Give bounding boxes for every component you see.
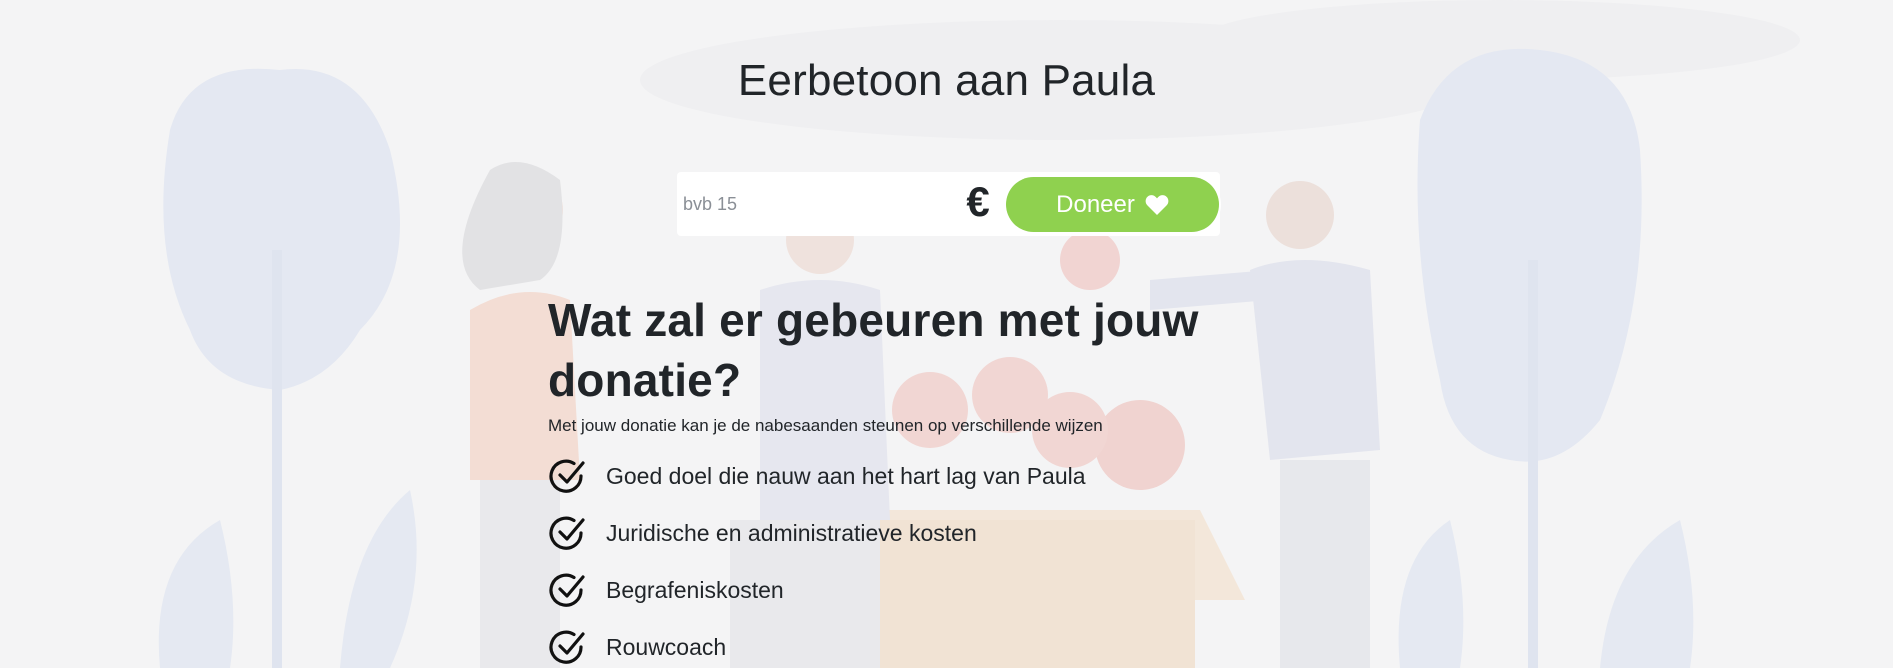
donation-info-section: Wat zal er gebeuren met jouw donatie? Me… bbox=[548, 290, 1368, 668]
list-item-label: Juridische en administratieve kosten bbox=[606, 519, 977, 546]
section-title: Wat zal er gebeuren met jouw donatie? bbox=[548, 294, 1199, 406]
check-circle-icon bbox=[549, 630, 585, 664]
check-circle-icon bbox=[549, 516, 585, 550]
list-item: Goed doel die nauw aan het hart lag van … bbox=[548, 456, 1368, 496]
euro-sign: € bbox=[966, 178, 990, 225]
list-item: Rouwcoach bbox=[548, 627, 1368, 667]
donate-button[interactable]: Doneer bbox=[1006, 177, 1219, 232]
list-item-label: Goed doel die nauw aan het hart lag van … bbox=[606, 462, 1086, 489]
check-circle-icon bbox=[549, 573, 585, 607]
donation-page: Eerbetoon aan Paula € Doneer Wat zal er … bbox=[0, 0, 1893, 668]
check-circle-icon bbox=[549, 459, 585, 493]
main-content: Eerbetoon aan Paula € Doneer Wat zal er … bbox=[0, 0, 1893, 668]
list-item: Juridische en administratieve kosten bbox=[548, 513, 1368, 553]
heart-icon bbox=[1145, 194, 1169, 215]
donation-amount-input[interactable] bbox=[683, 174, 953, 234]
reason-list: Goed doel die nauw aan het hart lag van … bbox=[548, 456, 1368, 667]
page-title: Eerbetoon aan Paula bbox=[737, 56, 1156, 105]
list-item-label: Begrafeniskosten bbox=[606, 576, 784, 603]
list-item-label: Rouwcoach bbox=[606, 633, 727, 660]
section-subtitle: Met jouw donatie kan je de nabesaanden s… bbox=[548, 416, 1103, 435]
donate-button-label: Doneer bbox=[1056, 190, 1135, 218]
list-item: Begrafeniskosten bbox=[548, 570, 1368, 610]
